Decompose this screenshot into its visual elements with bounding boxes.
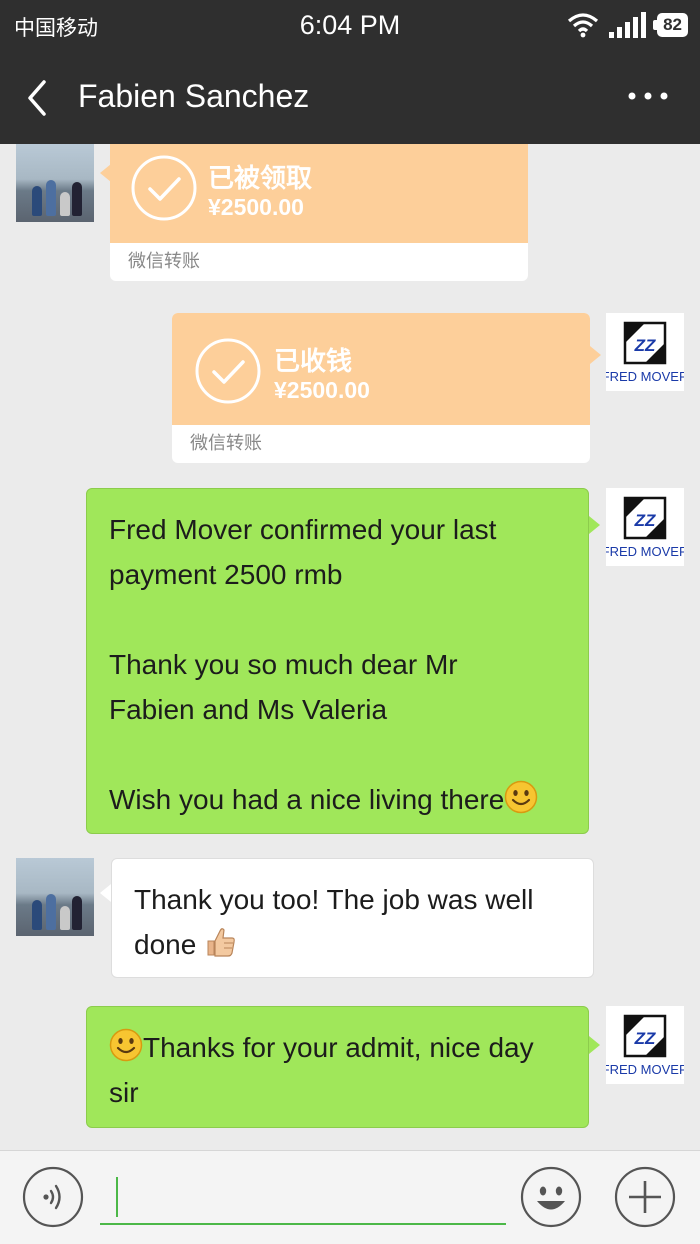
avatar-fred-mover[interactable]: ZZ FRED MOVER [602, 1006, 688, 1084]
smile-emoji [109, 1028, 143, 1062]
fred-mover-logo-icon: ZZ FRED MOVER [602, 1014, 688, 1077]
text-caret [116, 1177, 118, 1217]
transfer-card-body: 已被领取 ¥2500.00 [110, 144, 528, 243]
message-bubble-outgoing[interactable]: Thanks for your admit, nice day sir [86, 1006, 589, 1128]
transfer-amount: ¥2500.00 [208, 194, 304, 220]
wifi-icon [568, 13, 599, 38]
battery-indicator: 82 [653, 13, 688, 37]
avatar-fabien[interactable] [16, 144, 94, 222]
transfer-footer: 微信转账 [128, 251, 200, 272]
bubble-tail [590, 346, 601, 364]
transfer-footer: 微信转账 [190, 433, 262, 454]
check-circle-icon [195, 338, 261, 404]
voice-mode-icon[interactable] [22, 1166, 84, 1228]
logo-text: FRED MOVER [606, 369, 684, 384]
transfer-card-body: 已收钱 ¥2500.00 [172, 313, 590, 425]
transfer-card-received[interactable]: 已被领取 ¥2500.00 微信转账 [110, 144, 528, 281]
chat-title: Fabien Sanchez [78, 78, 310, 114]
logo-text: FRED MOVER [606, 544, 684, 559]
message-list[interactable]: 已被领取 ¥2500.00 微信转账 已收钱 ¥2500.00 微信转账 ZZ … [0, 144, 700, 1150]
chat-header: Fabien Sanchez [0, 50, 700, 144]
message-text: Thanks for your admit, nice day [143, 1032, 534, 1063]
avatar-fred-mover[interactable]: ZZ FRED MOVER [602, 488, 688, 566]
bubble-tail [100, 884, 111, 902]
bubble-tail [589, 516, 600, 534]
logo-text: FRED MOVER [606, 1062, 684, 1077]
message-text: Thank you too! The job was well [134, 884, 534, 915]
transfer-card-collected[interactable]: 已收钱 ¥2500.00 微信转账 [172, 313, 590, 463]
smile-emoji [505, 780, 538, 814]
fred-mover-logo-icon: ZZ FRED MOVER [602, 496, 688, 559]
message-text: done [134, 929, 205, 960]
message-text: Fred Mover confirmed your last payment 2… [109, 514, 505, 815]
thumbs-up-emoji [207, 928, 235, 957]
add-more-icon[interactable] [614, 1166, 676, 1228]
message-bubble-outgoing[interactable]: Fred Mover confirmed your last payment 2… [86, 488, 589, 834]
emoji-picker-icon[interactable] [520, 1166, 582, 1228]
check-circle-icon [131, 155, 197, 221]
back-arrow-icon[interactable] [22, 78, 52, 118]
avatar-fred-mover[interactable]: ZZ FRED MOVER [602, 313, 688, 391]
status-bar: 中国移动 6:04 PM 82 [0, 0, 700, 50]
signal-icon [609, 12, 647, 38]
more-options-icon[interactable] [626, 86, 670, 106]
transfer-status: 已收钱 [274, 347, 353, 377]
avatar-fabien[interactable] [16, 858, 94, 936]
input-bar [0, 1150, 700, 1244]
message-input[interactable] [100, 1173, 506, 1225]
logo-mark: ZZ [634, 511, 656, 530]
logo-mark: ZZ [634, 336, 656, 355]
message-bubble-incoming[interactable]: Thank you too! The job was well done [111, 858, 594, 978]
message-text: sir [109, 1077, 139, 1108]
status-icons: 82 [567, 12, 688, 38]
bubble-tail [589, 1036, 600, 1054]
transfer-status: 已被领取 [208, 164, 313, 194]
fred-mover-logo-icon: ZZ FRED MOVER [602, 321, 688, 384]
logo-mark: ZZ [634, 1029, 656, 1048]
transfer-amount: ¥2500.00 [274, 377, 370, 403]
